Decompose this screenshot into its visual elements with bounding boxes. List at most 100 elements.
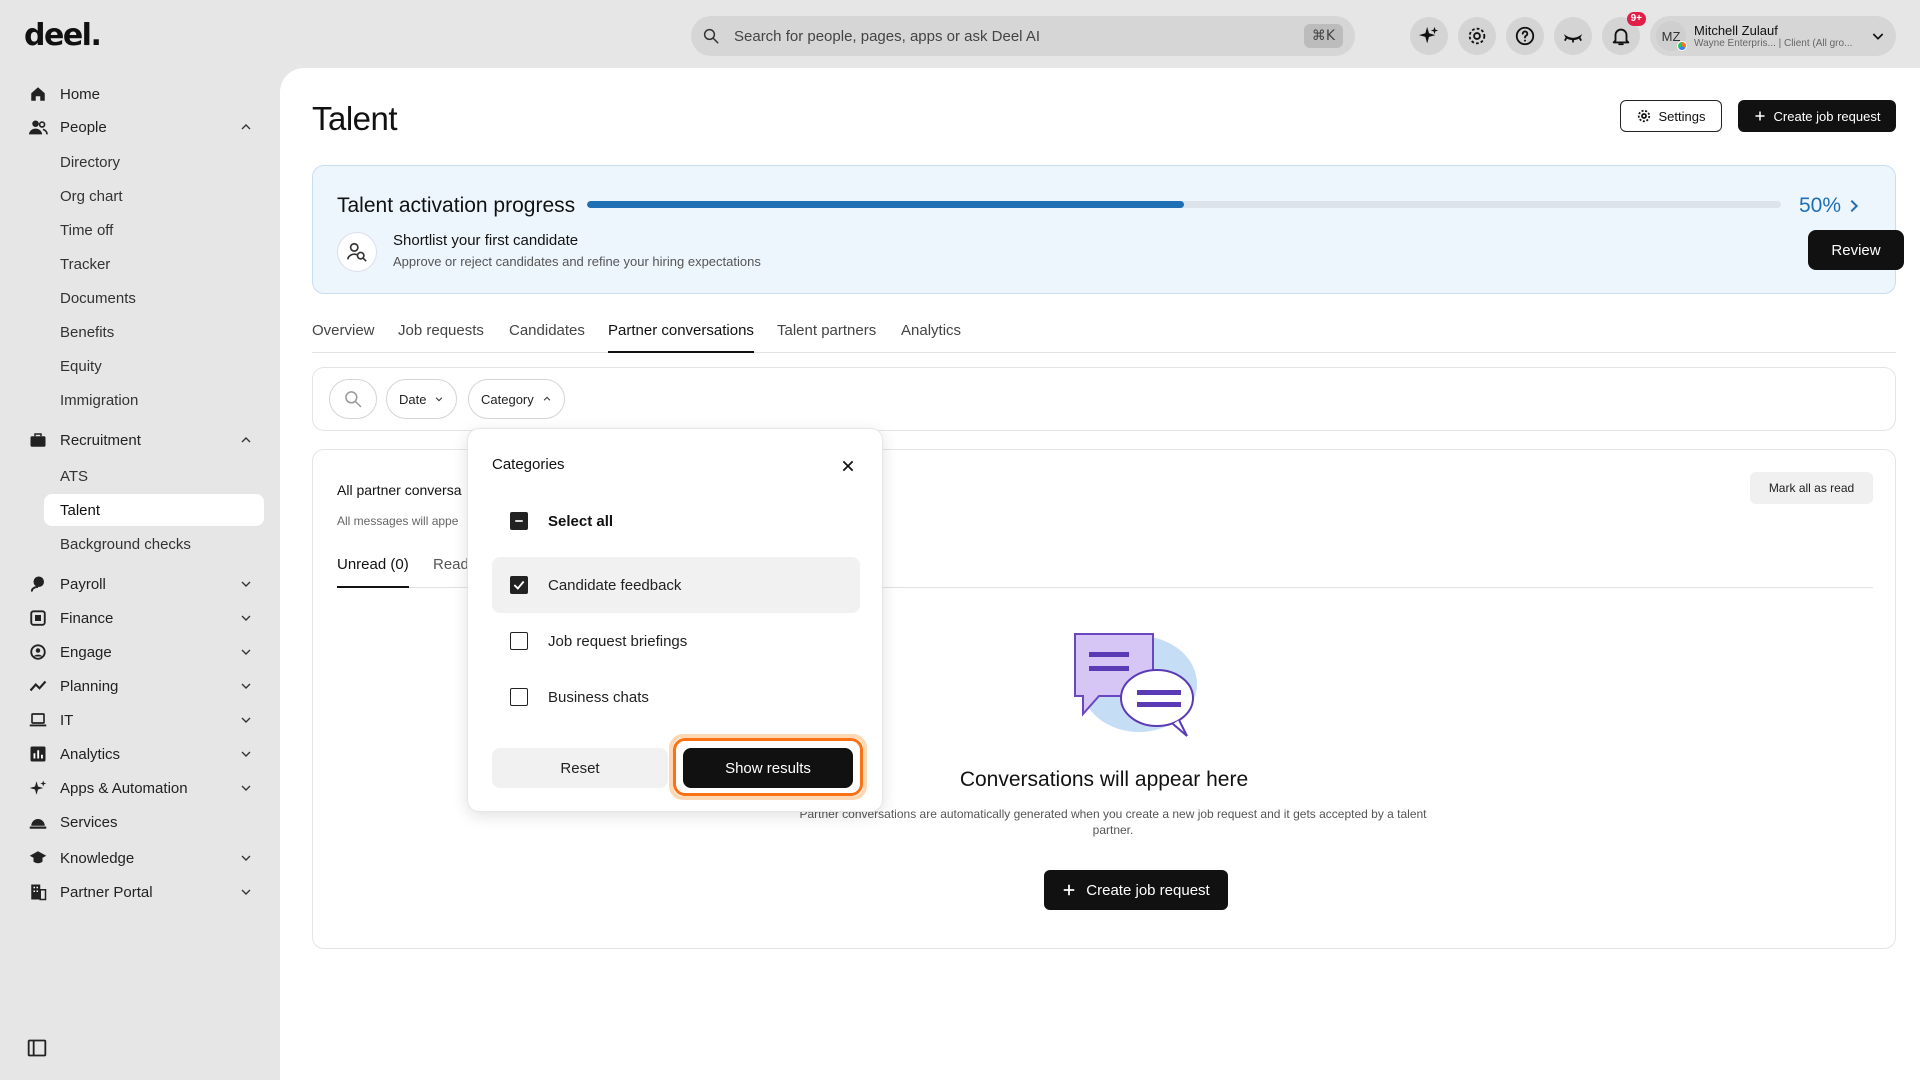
sidebar-item-it[interactable]: IT <box>28 706 254 734</box>
review-button[interactable]: Review <box>1808 230 1904 270</box>
home-icon <box>31 87 45 101</box>
user-menu[interactable]: MZ Mitchell Zulauf Wayne Enterpris... | … <box>1650 16 1896 56</box>
sidebar-item-services[interactable]: Services <box>28 808 254 836</box>
tab-unread[interactable]: Unread (0) <box>337 556 409 588</box>
filter-search-button[interactable] <box>329 379 377 419</box>
step-description: Approve or reject candidates and refine … <box>393 254 761 269</box>
sidebar-item-home[interactable]: Home <box>28 80 254 108</box>
sidebar-item-analytics[interactable]: Analytics <box>28 740 254 768</box>
dropdown-title: Categories <box>492 456 565 473</box>
sidebar-item-planning[interactable]: Planning <box>28 672 254 700</box>
search-input[interactable] <box>734 27 1304 45</box>
chevron-down-icon <box>1872 33 1884 40</box>
tab-partner-conversations[interactable]: Partner conversations <box>608 322 754 353</box>
tab-analytics[interactable]: Analytics <box>901 322 961 353</box>
sidebar-item-benefits[interactable]: Benefits <box>44 316 264 348</box>
sidebar-item-payroll[interactable]: Payroll <box>28 570 254 598</box>
progress-percent: 50% <box>1799 194 1842 217</box>
sidebar-item-equity[interactable]: Equity <box>44 350 264 382</box>
gear-icon <box>1637 109 1650 123</box>
notifications-button[interactable]: 9+ <box>1602 12 1646 55</box>
sidebar-item-directory[interactable]: Directory <box>44 146 264 178</box>
ai-sparkle-button[interactable] <box>1410 17 1448 55</box>
avatar: MZ <box>1656 21 1687 51</box>
settings-button[interactable]: Settings <box>1620 100 1722 132</box>
chevron-right-icon[interactable] <box>1846 198 1862 214</box>
sidebar-item-label: Recruitment <box>60 431 141 449</box>
sidebar-item-apps-automation[interactable]: Apps & Automation <box>28 774 254 802</box>
create-job-request-button[interactable]: Create job request <box>1044 870 1228 910</box>
category-option-job-request-briefings[interactable]: Job request briefings <box>492 613 860 669</box>
sidebar-item-knowledge[interactable]: Knowledge <box>28 844 254 872</box>
deel-logo[interactable]: deel. <box>24 18 102 53</box>
chevron-up-icon <box>241 124 251 130</box>
check-icon <box>513 580 525 590</box>
reset-button[interactable]: Reset <box>492 748 668 788</box>
select-all-option[interactable]: Select all <box>492 493 860 549</box>
help-button[interactable] <box>1506 17 1544 55</box>
notification-count-badge: 9+ <box>1626 12 1646 26</box>
sidebar-item-engage[interactable]: Engage <box>28 638 254 666</box>
close-icon <box>842 460 854 472</box>
sidebar-item-label: Payroll <box>60 575 106 593</box>
category-option-candidate-feedback[interactable]: Candidate feedback <box>492 557 860 613</box>
sparkle-icon <box>1418 26 1439 44</box>
tab-job-requests[interactable]: Job requests <box>398 322 484 353</box>
sidebar-item-tracker[interactable]: Tracker <box>44 248 264 280</box>
sidebar-item-label: Partner Portal <box>60 883 153 901</box>
conversations-title: All partner conversa <box>337 482 462 498</box>
sidebar-item-time-off[interactable]: Time off <box>44 214 264 246</box>
sidebar-item-immigration[interactable]: Immigration <box>44 384 264 416</box>
trend-icon <box>29 680 47 692</box>
sidebar-item-label: Finance <box>60 609 114 627</box>
sidebar-item-background-checks[interactable]: Background checks <box>44 528 264 560</box>
chevron-down-icon <box>241 751 251 757</box>
sidebar-collapse-button[interactable] <box>27 1038 47 1063</box>
chevron-down-icon <box>241 683 251 689</box>
checked-checkbox[interactable] <box>510 576 528 594</box>
sidebar-item-label: Apps & Automation <box>60 779 188 797</box>
sidebar-item-documents[interactable]: Documents <box>44 282 264 314</box>
chevron-down-icon <box>241 615 251 621</box>
incognito-button[interactable] <box>1554 17 1592 55</box>
sidebar-item-label: Home <box>60 85 101 103</box>
sidebar-item-recruitment[interactable]: Recruitment <box>28 426 254 454</box>
tab-overview[interactable]: Overview <box>312 322 375 353</box>
global-search[interactable]: ⌘K <box>691 16 1355 56</box>
tab-talent-partners[interactable]: Talent partners <box>777 322 876 353</box>
sidebar-item-people[interactable]: People <box>28 113 254 141</box>
graduation-cap-icon <box>29 851 47 864</box>
candidate-search-icon <box>337 232 377 272</box>
progress-bar <box>587 201 1781 208</box>
tab-read[interactable]: Read <box>433 556 469 588</box>
building-icon <box>31 884 47 901</box>
help-icon <box>1515 26 1535 46</box>
sidebar-item-partner-portal[interactable]: Partner Portal <box>28 878 254 906</box>
sidebar-item-finance[interactable]: Finance <box>28 604 254 632</box>
tab-candidates[interactable]: Candidates <box>509 322 585 353</box>
step-title: Shortlist your first candidate <box>393 232 579 249</box>
mark-all-read-button[interactable]: Mark all as read <box>1750 472 1873 504</box>
chevron-down-icon <box>241 649 251 655</box>
sidebar-item-label: People <box>60 118 107 136</box>
talent-activation-card: Talent activation progress 50% Shortlist… <box>312 165 1904 294</box>
chevron-down-icon <box>241 889 251 895</box>
sidebar-item-ats[interactable]: ATS <box>44 460 264 492</box>
indeterminate-checkbox[interactable] <box>510 512 528 530</box>
sidebar-item-label: Services <box>60 813 118 831</box>
unchecked-checkbox[interactable] <box>510 688 528 706</box>
category-filter[interactable]: Category <box>468 379 565 419</box>
date-filter[interactable]: Date <box>386 379 458 419</box>
people-icon <box>29 120 48 135</box>
show-results-button[interactable]: Show results <box>683 748 853 788</box>
user-name: Mitchell Zulauf <box>1694 23 1778 38</box>
chevron-down-icon <box>241 855 251 861</box>
category-option-business-chats[interactable]: Business chats <box>492 669 860 725</box>
sidebar-toggle-icon <box>27 1039 47 1057</box>
sidebar-item-talent[interactable]: Talent <box>44 494 264 526</box>
settings-button[interactable] <box>1458 17 1496 55</box>
create-job-request-button[interactable]: Create job request <box>1738 100 1896 132</box>
close-button[interactable] <box>836 454 860 478</box>
unchecked-checkbox[interactable] <box>510 632 528 650</box>
sidebar-item-org-chart[interactable]: Org chart <box>44 180 264 212</box>
